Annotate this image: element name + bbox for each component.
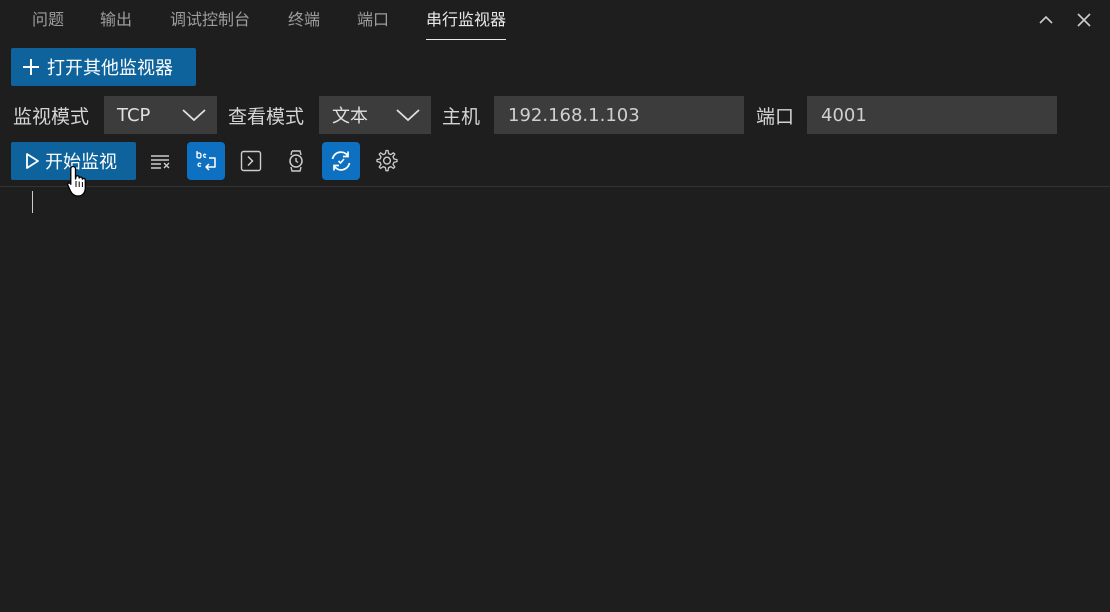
maximize-panel-button[interactable]: [1034, 8, 1058, 32]
gear-icon: [376, 149, 398, 172]
host-label: 主机: [442, 106, 481, 128]
host-input[interactable]: 192.168.1.103: [494, 96, 744, 134]
view-mode-select[interactable]: 文本: [319, 96, 431, 134]
settings-button[interactable]: [367, 142, 405, 180]
plus-icon: [21, 57, 41, 77]
terminal-icon: [240, 150, 262, 172]
word-wrap-icon: [196, 151, 216, 171]
sync-icon: [331, 151, 351, 171]
close-icon: [1077, 13, 1091, 27]
open-other-monitor-button[interactable]: 打开其他监视器: [11, 48, 196, 86]
monitor-output-area[interactable]: [0, 187, 1110, 612]
clear-output-button[interactable]: [142, 142, 180, 180]
panel-tab-bar: 问题 输出 调试控制台 终端 端口 串行监视器: [0, 0, 1110, 40]
view-mode-value: 文本: [332, 106, 368, 127]
tab-ports[interactable]: 端口: [357, 10, 389, 40]
port-input[interactable]: 4001: [807, 96, 1057, 134]
chevron-up-icon: [1039, 15, 1053, 24]
tab-debug-console[interactable]: 调试控制台: [170, 10, 250, 40]
port-label: 端口: [756, 106, 795, 128]
close-panel-button[interactable]: [1072, 8, 1096, 32]
word-wrap-toggle[interactable]: [187, 142, 225, 180]
monitor-mode-select[interactable]: TCP: [104, 96, 217, 134]
tab-output[interactable]: 输出: [100, 10, 132, 40]
view-mode-label: 查看模式: [228, 106, 305, 128]
timestamp-button[interactable]: [277, 142, 315, 180]
auto-scroll-toggle[interactable]: [322, 142, 360, 180]
text-caret: [32, 191, 33, 213]
watch-icon: [289, 150, 303, 172]
clear-all-icon: [151, 155, 170, 169]
terminal-button[interactable]: [232, 142, 270, 180]
play-icon: [24, 152, 40, 170]
tab-terminal[interactable]: 终端: [288, 10, 320, 40]
hand-cursor-icon: [67, 165, 86, 197]
tab-problems[interactable]: 问题: [32, 10, 64, 40]
chevron-down-icon: [396, 109, 420, 122]
tab-serial-monitor[interactable]: 串行监视器: [426, 10, 507, 40]
chevron-down-icon: [182, 109, 206, 122]
monitor-mode-value: TCP: [117, 104, 151, 126]
open-other-monitor-label: 打开其他监视器: [47, 58, 173, 79]
monitor-mode-label: 监视模式: [13, 106, 90, 128]
